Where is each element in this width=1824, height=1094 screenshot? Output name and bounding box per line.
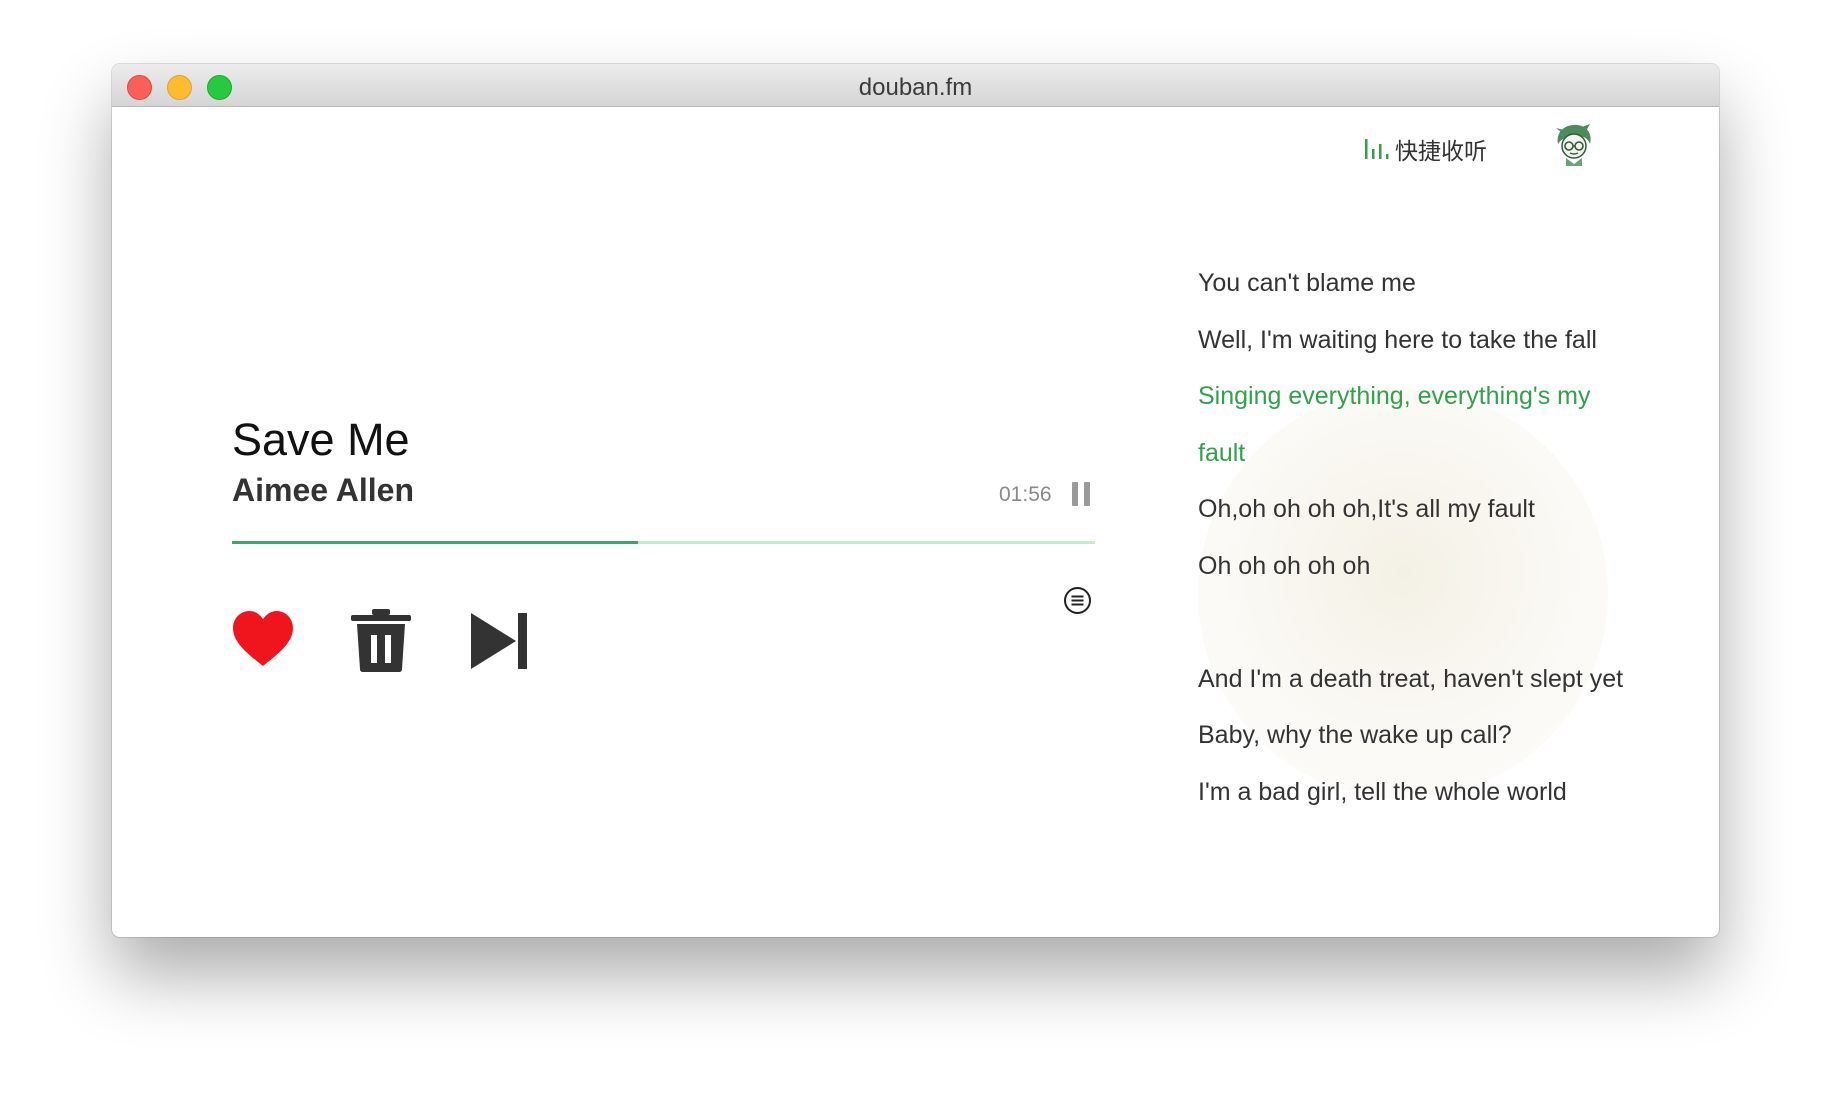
- quick-listen-label: 快捷收听: [1395, 139, 1487, 165]
- trash-icon[interactable]: [350, 607, 412, 673]
- time-remaining: 01:56: [999, 483, 1052, 506]
- lyrics-panel[interactable]: You can't blame me Well, I'm waiting here…: [1184, 269, 1664, 805]
- window-title: douban.fm: [858, 74, 973, 101]
- song-title: Save Me: [232, 414, 410, 465]
- heart-icon[interactable]: [231, 609, 295, 669]
- lyrics-menu-icon[interactable]: [1063, 586, 1092, 615]
- lyric-line: I'm a bad girl, tell the whole world: [1198, 777, 1567, 806]
- skip-next-icon[interactable]: [470, 612, 528, 670]
- lyric-line: Oh oh oh oh oh: [1198, 551, 1371, 580]
- artist-name: Aimee Allen: [232, 472, 414, 508]
- lyric-line: Well, I'm waiting here to take the fall: [1198, 325, 1597, 354]
- lyric-line: You can't blame me: [1198, 269, 1416, 297]
- user-avatar-icon[interactable]: [1552, 122, 1596, 166]
- lyric-line: Oh,oh oh oh oh,It's all my fault: [1198, 495, 1535, 523]
- pause-icon: [1072, 482, 1078, 506]
- quick-listen-button[interactable]: 快捷收听: [1363, 133, 1487, 165]
- title-bar[interactable]: douban.fm: [112, 64, 1719, 107]
- lyric-line: Baby, why the wake up call?: [1198, 721, 1512, 749]
- screen: douban.fm 快捷收听 Save Me Aimee Allen 01:56: [0, 0, 1824, 1094]
- equalizer-bars-icon: [1365, 139, 1389, 159]
- lyric-line: fault: [1198, 438, 1246, 467]
- progress-bar-fill: [232, 541, 638, 544]
- pause-button[interactable]: [1070, 482, 1092, 506]
- lyric-line: And I'm a death treat, haven't slept yet: [1198, 664, 1624, 693]
- lyric-line: Singing everything, everything's my: [1198, 382, 1591, 410]
- progress-bar[interactable]: [232, 541, 1095, 544]
- app-window: douban.fm 快捷收听 Save Me Aimee Allen 01:56: [112, 64, 1719, 937]
